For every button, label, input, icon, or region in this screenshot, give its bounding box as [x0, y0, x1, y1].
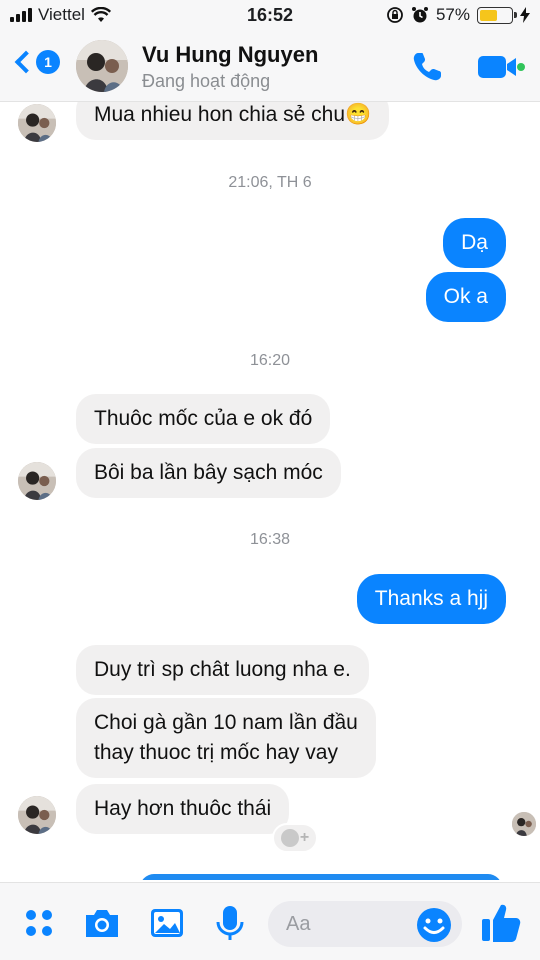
menu-grid-icon[interactable] — [22, 903, 56, 943]
message-bubble-incoming[interactable]: Bôi ba lần bây sạch móc — [76, 448, 341, 498]
camera-icon[interactable] — [82, 903, 122, 943]
back-chevron-icon — [14, 50, 38, 74]
video-camera-icon[interactable] — [476, 54, 526, 80]
message-bubble-incoming[interactable]: Thuôc mốc của e ok đó — [76, 394, 331, 444]
alarm-icon — [411, 7, 428, 23]
message-thread[interactable]: Mua nhieu hon chia sẻ chu😁 21:06, TH 6 D… — [0, 102, 540, 880]
partial-message-banner — [140, 874, 502, 880]
timestamp: 16:38 — [249, 531, 291, 548]
unread-count-badge: 1 — [36, 50, 60, 74]
timestamp: 21:06, TH 6 — [228, 174, 312, 191]
plus-icon: + — [299, 829, 310, 846]
contact-avatar-small — [18, 462, 56, 500]
battery-icon — [477, 6, 517, 24]
contact-name: Vu Hung Nguyen — [142, 42, 319, 67]
charging-bolt-icon — [520, 7, 530, 23]
message-bubble-incoming[interactable]: Choi gà gần 10 nam lần đầu thay thuoc tr… — [76, 698, 376, 778]
message-bubble-outgoing[interactable]: Thanks a hjj — [356, 574, 506, 624]
message-bubble-outgoing[interactable]: Ok a — [425, 272, 506, 322]
message-bubble-incoming[interactable]: Duy trì sp chât luong nha e. — [76, 645, 369, 695]
battery-percent: 57% — [435, 5, 470, 24]
messenger-chat-screen: Viettel 16:52 57% 1 Vu Hung Nguyen Đang … — [0, 0, 540, 960]
phone-icon[interactable] — [410, 50, 444, 84]
timestamp: 16:20 — [249, 352, 291, 369]
contact-status: Đang hoạt động — [142, 71, 271, 91]
message-bubble-incoming[interactable]: Mua nhieu hon chia sẻ chu😁 — [76, 102, 390, 140]
microphone-icon[interactable] — [212, 903, 248, 943]
status-bar: Viettel 16:52 57% — [0, 0, 540, 30]
back-button[interactable]: 1 — [12, 50, 60, 74]
composer-bar — [0, 882, 540, 960]
message-bubble-incoming[interactable]: Hay hơn thuôc thái — [76, 784, 290, 834]
screen-rotation-lock-icon — [387, 7, 403, 23]
contact-avatar-small — [18, 796, 56, 834]
battery-level — [480, 9, 498, 21]
message-bubble-outgoing[interactable]: Dạ — [443, 218, 506, 268]
thumbs-up-icon[interactable] — [480, 901, 522, 945]
message-line: thay thuoc trị mốc hay vay — [94, 741, 338, 764]
contact-avatar[interactable] — [76, 40, 128, 92]
photo-icon[interactable] — [148, 903, 186, 943]
avatar-photo — [76, 40, 128, 92]
chat-header: 1 Vu Hung Nguyen Đang hoạt động — [0, 30, 540, 102]
add-reaction-button[interactable]: + — [272, 823, 318, 853]
add-reaction-icon — [280, 829, 299, 847]
seen-by-avatar — [512, 812, 536, 836]
message-line: Choi gà gần 10 nam lần đầu — [94, 711, 358, 734]
emoji-icon[interactable] — [414, 905, 454, 945]
status-right: 57% — [386, 5, 530, 25]
contact-avatar-small — [18, 104, 56, 142]
